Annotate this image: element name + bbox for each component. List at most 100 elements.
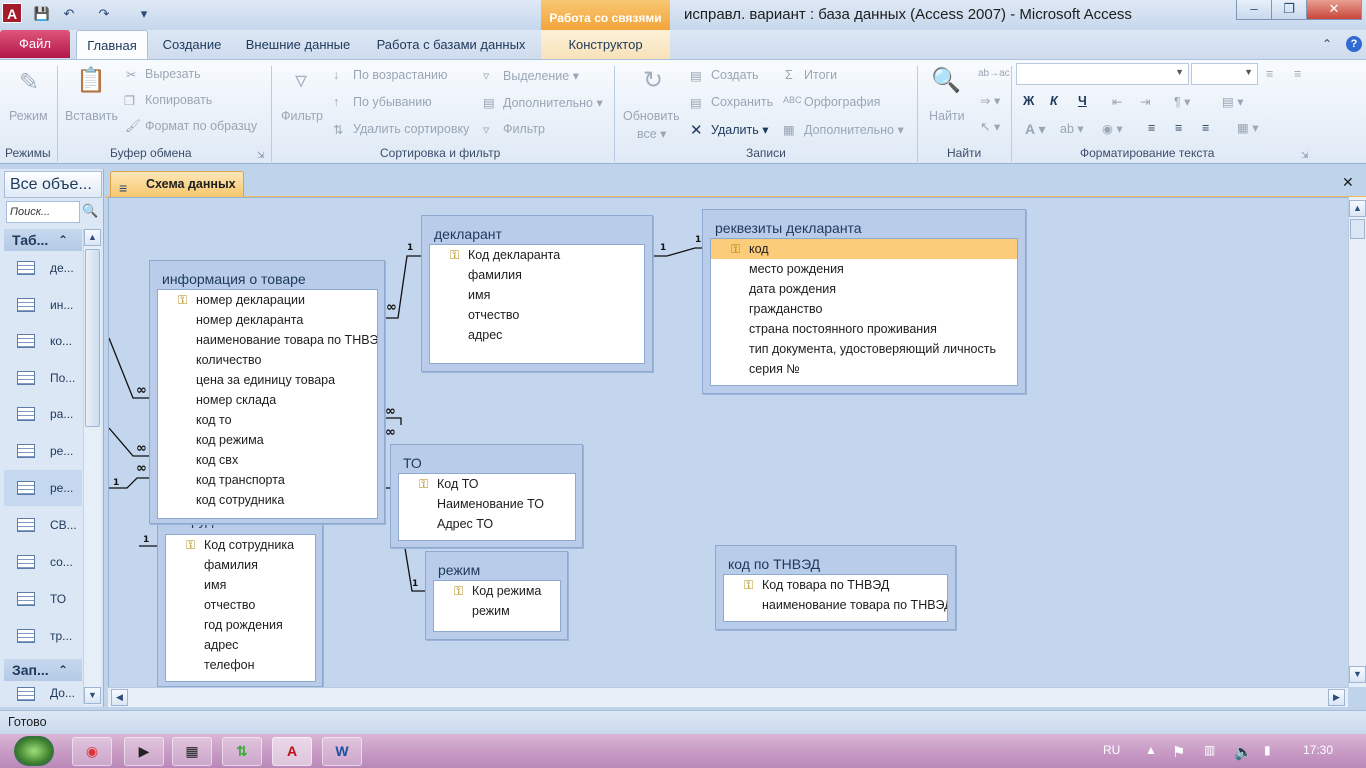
nav-table-item[interactable]: тр... bbox=[4, 618, 82, 654]
field-item[interactable]: страна постоянного проживания bbox=[711, 319, 1017, 339]
goto-icon[interactable]: ⇒ ▾ bbox=[980, 93, 1000, 108]
nav-table-item[interactable]: ТО bbox=[4, 581, 82, 617]
media-player-taskbar-icon[interactable]: ▶ bbox=[124, 737, 164, 766]
field-item[interactable]: номер декларанта bbox=[158, 310, 377, 330]
nav-table-item[interactable]: СВ... bbox=[4, 507, 82, 543]
nav-table-item[interactable]: ре... bbox=[4, 470, 82, 506]
table-kod-tnved[interactable]: код по ТНВЭД ⚿ Код товара по ТНВЭД наименов… bbox=[715, 545, 956, 630]
scroll-right-icon[interactable]: ▶ bbox=[1328, 689, 1345, 706]
tab-design[interactable]: Конструктор bbox=[541, 30, 670, 60]
battery-icon[interactable]: ▮ bbox=[1264, 743, 1271, 757]
field-item[interactable]: код транспорта bbox=[158, 470, 377, 490]
cut-button[interactable]: Вырезать bbox=[145, 67, 201, 81]
nav-group-queries[interactable]: Зап... ⌃ bbox=[4, 659, 82, 681]
table-title[interactable]: декларант bbox=[434, 226, 502, 242]
field-item[interactable]: год рождения bbox=[166, 615, 315, 635]
more-records-dropdown[interactable]: Дополнительно ▾ bbox=[804, 122, 904, 137]
field-item[interactable]: гражданство bbox=[711, 299, 1017, 319]
table-deklarant[interactable]: декларант ⚿ Код декларанта фамилия имя отчест… bbox=[421, 215, 653, 372]
language-indicator[interactable]: RU bbox=[1103, 743, 1120, 757]
nav-group-tables[interactable]: Таб... ⌃ bbox=[4, 229, 82, 251]
replace-icon[interactable]: ab→ac bbox=[978, 68, 1010, 79]
field-item[interactable]: код сотрудника bbox=[158, 490, 377, 510]
field-item[interactable]: тип документа, удостоверяющий личность bbox=[711, 339, 1017, 359]
save-record-button[interactable]: Сохранить bbox=[711, 95, 773, 109]
nav-query-item[interactable]: До... bbox=[4, 680, 82, 706]
scroll-up-icon[interactable]: ▲ bbox=[84, 229, 101, 246]
nav-table-item[interactable]: ин... bbox=[4, 287, 82, 323]
show-hidden-icons[interactable]: ▲ bbox=[1145, 743, 1157, 757]
copy-button[interactable]: Копировать bbox=[145, 93, 212, 107]
table-title[interactable]: информация о товаре bbox=[162, 271, 306, 287]
nav-scroll-thumb[interactable] bbox=[85, 249, 100, 427]
nav-table-item[interactable]: ко... bbox=[4, 323, 82, 359]
nav-scrollbar[interactable]: ▲ ▼ bbox=[83, 229, 101, 705]
close-window-button[interactable]: ✕ bbox=[1306, 0, 1362, 20]
field-item[interactable]: ⚿ Код декларанта bbox=[430, 245, 644, 265]
spelling-button[interactable]: Орфография bbox=[804, 95, 880, 109]
vscroll-thumb[interactable] bbox=[1350, 219, 1365, 239]
canvas-vscrollbar[interactable]: ▲ ▼ bbox=[1348, 197, 1366, 687]
paste-button[interactable]: Вставить bbox=[65, 109, 118, 123]
field-item[interactable]: серия № bbox=[711, 359, 1017, 379]
canvas-hscrollbar[interactable]: ◀ ▶ bbox=[108, 687, 1348, 707]
selection-dropdown[interactable]: Выделение ▾ bbox=[503, 68, 579, 83]
start-button[interactable] bbox=[14, 736, 54, 766]
minimize-button[interactable]: – bbox=[1236, 0, 1272, 20]
field-list[interactable]: ⚿ Код декларанта фамилия имя отчество адрес bbox=[429, 244, 645, 364]
volume-icon[interactable]: 🔈 bbox=[1234, 743, 1253, 761]
save-icon[interactable]: 💾 bbox=[33, 5, 51, 23]
search-icon[interactable]: 🔍 bbox=[82, 203, 98, 219]
table-rezhim[interactable]: режим ⚿ Код режима режим bbox=[425, 551, 568, 640]
field-item[interactable]: код режима bbox=[158, 430, 377, 450]
flag-icon[interactable]: ⚑ bbox=[1172, 743, 1185, 761]
field-item[interactable]: ⚿ Код товара по ТНВЭД bbox=[724, 575, 947, 595]
nav-search-input[interactable]: Поиск... bbox=[6, 201, 80, 223]
maximize-button[interactable]: ❐ bbox=[1271, 0, 1307, 20]
field-item[interactable]: код то bbox=[158, 410, 377, 430]
align-center-icon[interactable]: ≡ bbox=[1175, 121, 1182, 135]
field-item[interactable]: телефон bbox=[166, 655, 315, 675]
explorer-taskbar-icon[interactable]: ▦ bbox=[172, 737, 212, 766]
relationship-line[interactable] bbox=[385, 417, 402, 425]
field-list[interactable]: ⚿ Код ТО Наименование ТО Адрес ТО bbox=[398, 473, 576, 541]
scroll-down-icon[interactable]: ▼ bbox=[1349, 666, 1366, 683]
tab-create[interactable]: Создание bbox=[154, 30, 230, 60]
advanced-filter-dropdown[interactable]: Дополнительно ▾ bbox=[503, 95, 603, 110]
font-color-button[interactable]: A ▾ bbox=[1025, 121, 1046, 138]
totals-button[interactable]: Итоги bbox=[804, 68, 837, 82]
highlight-icon[interactable]: ab ▾ bbox=[1060, 121, 1084, 136]
network-icon[interactable]: ▥ bbox=[1204, 743, 1215, 757]
indent-increase-icon[interactable]: ⇥ bbox=[1140, 94, 1150, 109]
indent-decrease-icon[interactable]: ⇤ bbox=[1112, 94, 1122, 109]
field-item[interactable]: фамилия bbox=[166, 555, 315, 575]
clock[interactable]: 17:30 bbox=[1303, 743, 1333, 757]
table-informaciya[interactable]: информация о товаре ⚿ номер декларации номе… bbox=[149, 260, 385, 524]
toggle-filter-button[interactable]: Фильтр bbox=[503, 122, 545, 136]
relationships-canvas[interactable]: 1 1 1 ∞ ∞ ∞ ∞ 1 ∞ ∞ 1 1 сотрудники ТО⚿Код сотрудник… bbox=[108, 197, 1348, 687]
field-item[interactable]: отчество bbox=[166, 595, 315, 615]
alt-row-color-icon[interactable]: ▦ ▾ bbox=[1237, 120, 1259, 135]
underline-button[interactable]: Ч bbox=[1078, 94, 1087, 108]
bold-button[interactable]: Ж bbox=[1023, 94, 1034, 108]
refresh-all-button[interactable]: Обновить bbox=[623, 109, 680, 123]
field-item[interactable]: ⚿ Код режима bbox=[434, 581, 560, 601]
field-item[interactable]: количество bbox=[158, 350, 377, 370]
field-item[interactable]: отчество bbox=[430, 305, 644, 325]
field-item[interactable]: фамилия bbox=[430, 265, 644, 285]
new-record-button[interactable]: Создать bbox=[711, 68, 759, 82]
field-item[interactable]: адрес bbox=[166, 635, 315, 655]
field-item[interactable]: место рождения bbox=[711, 259, 1017, 279]
access-taskbar-icon[interactable]: A bbox=[272, 737, 312, 766]
field-item[interactable]: ⚿ код bbox=[711, 239, 1017, 259]
field-item[interactable]: дата рождения bbox=[711, 279, 1017, 299]
italic-button[interactable]: К bbox=[1050, 94, 1058, 108]
field-item[interactable]: ⚿ Код ТО bbox=[399, 474, 575, 494]
field-item[interactable]: имя bbox=[430, 285, 644, 305]
gridlines-icon[interactable]: ▤ ▾ bbox=[1222, 94, 1244, 109]
field-list[interactable]: ⚿ код место рождения дата рождения гражданст… bbox=[710, 238, 1018, 386]
table-title[interactable]: режим bbox=[438, 562, 480, 578]
field-item[interactable]: наименование товара по ТНВЭД bbox=[724, 595, 947, 615]
redo-icon[interactable]: ↷ bbox=[95, 5, 113, 23]
close-tab-icon[interactable]: ✕ bbox=[1342, 174, 1354, 191]
